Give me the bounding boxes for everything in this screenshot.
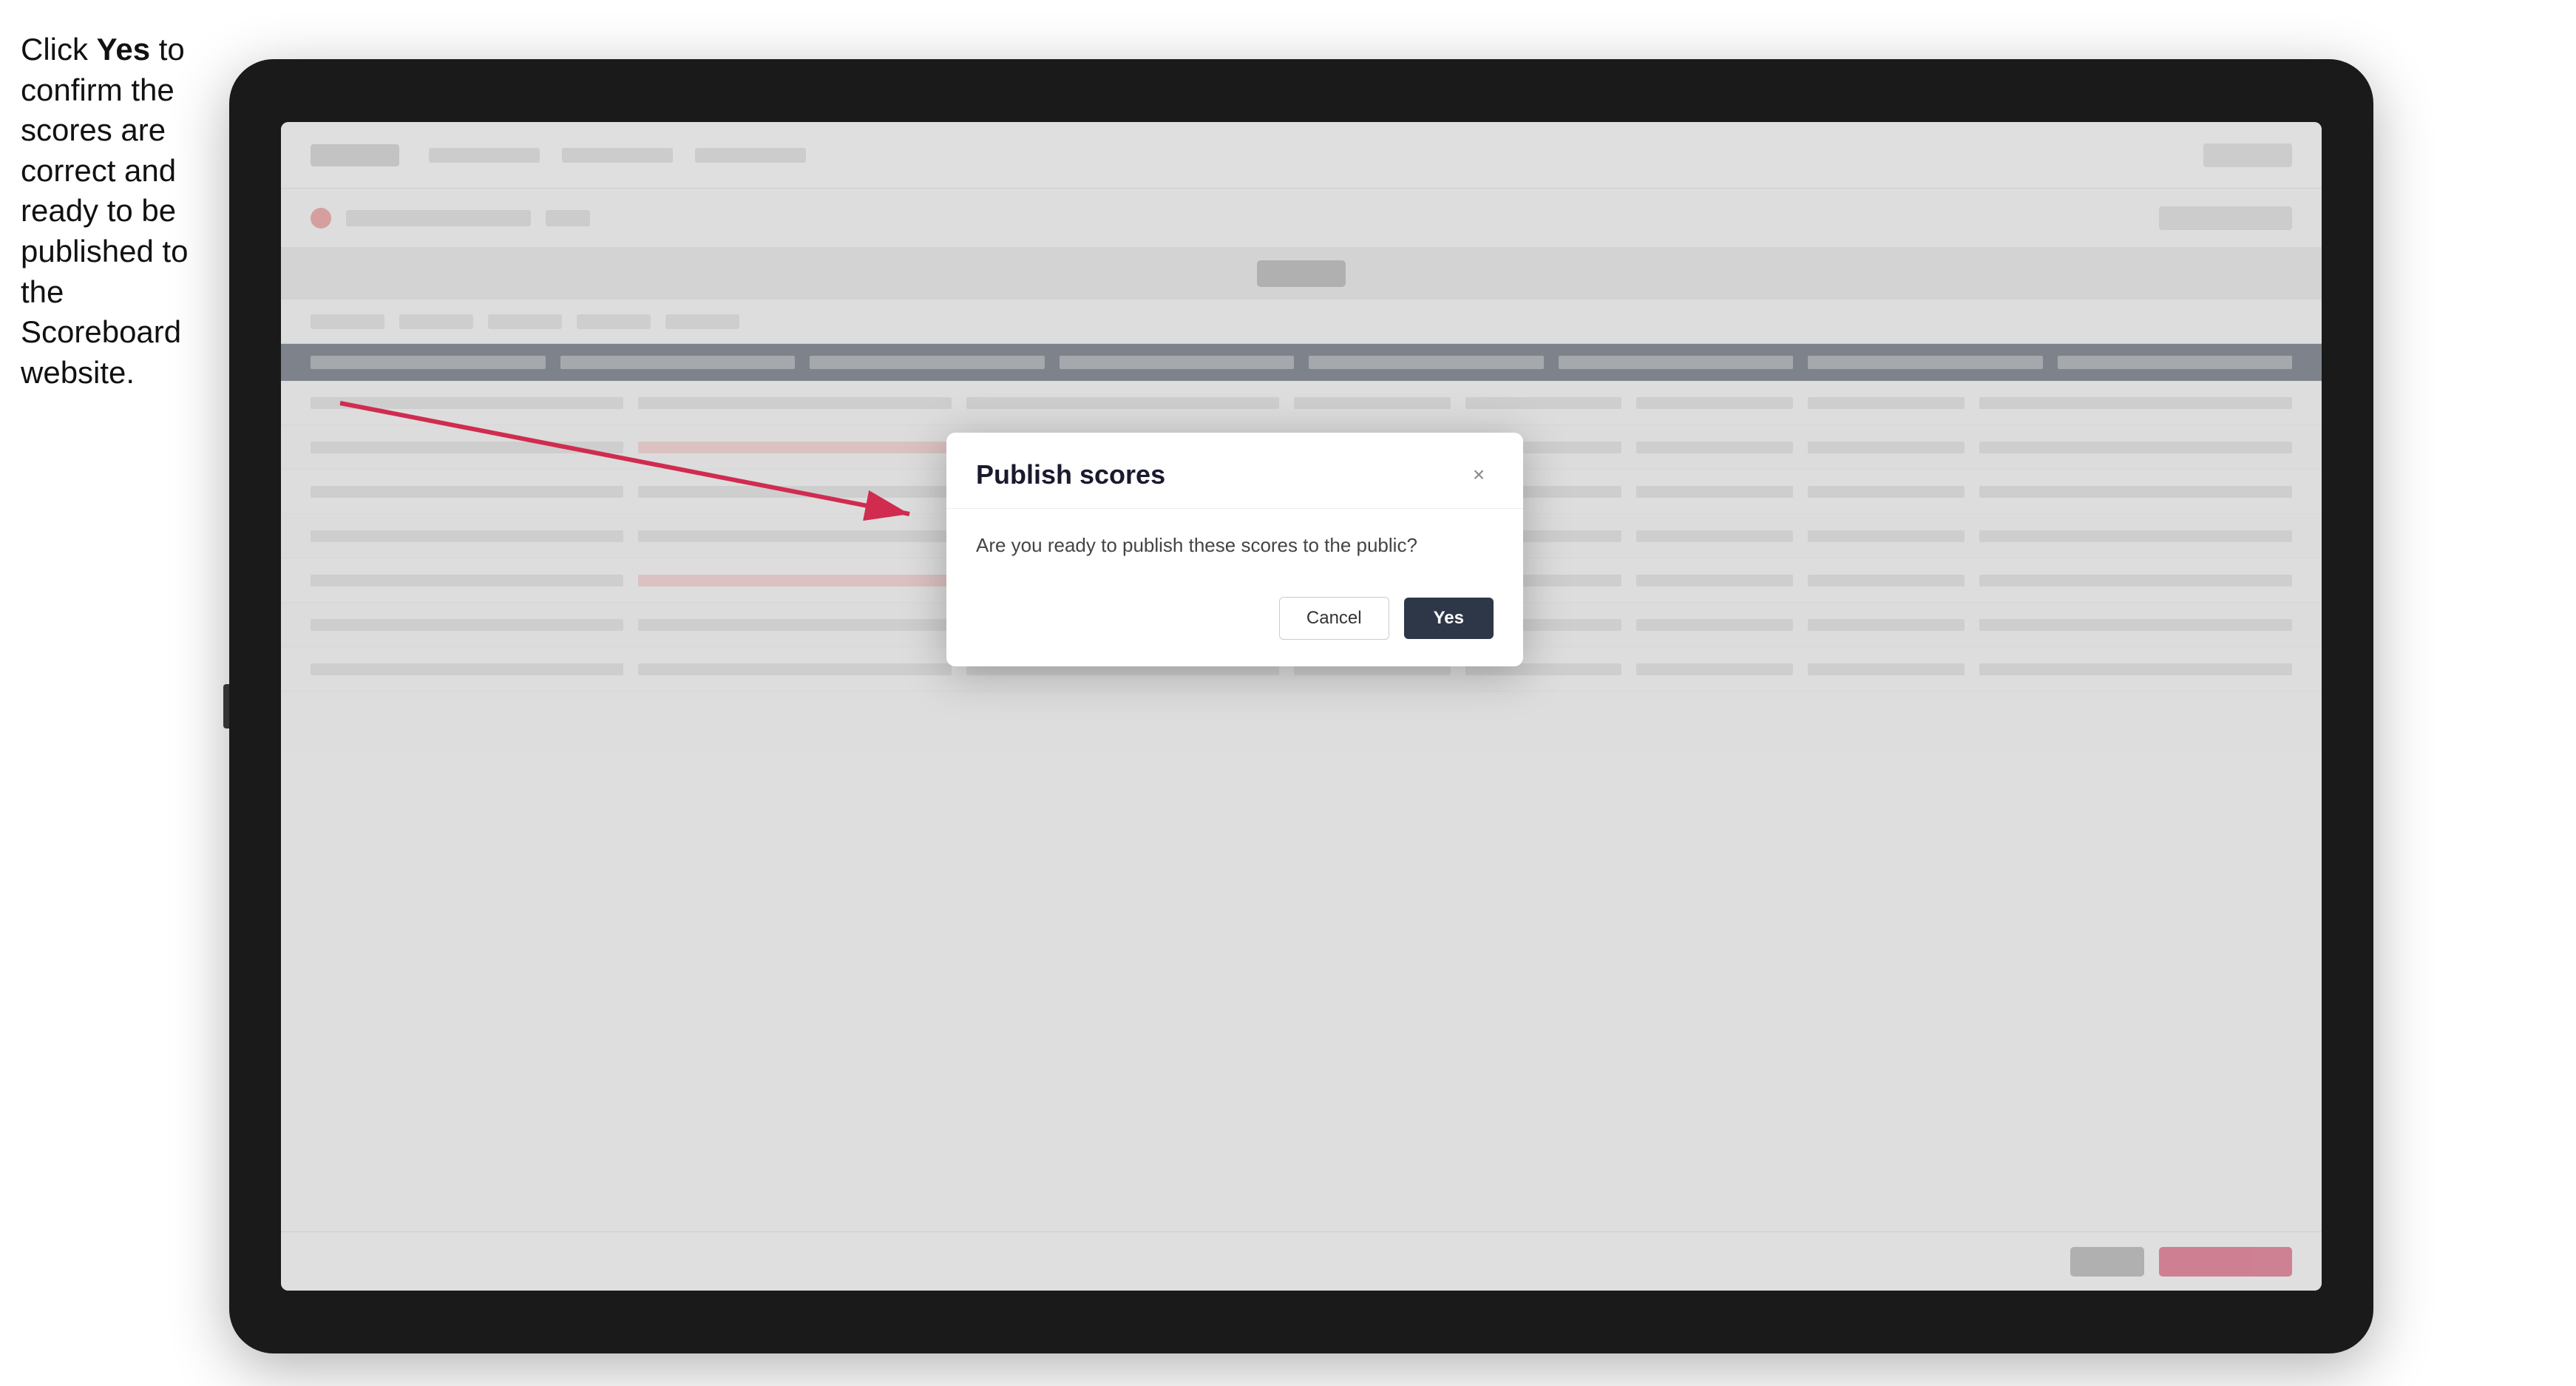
modal-body: Are you ready to publish these scores to… [946, 509, 1523, 582]
modal-footer: Cancel Yes [946, 582, 1523, 666]
instruction-bold: Yes [97, 32, 150, 67]
modal-dialog: Publish scores × Are you ready to publis… [946, 433, 1523, 666]
cancel-button[interactable]: Cancel [1279, 597, 1389, 640]
modal-title: Publish scores [976, 459, 1165, 490]
modal-message: Are you ready to publish these scores to… [976, 531, 1494, 560]
modal-close-button[interactable]: × [1464, 460, 1494, 490]
yes-button[interactable]: Yes [1404, 598, 1494, 639]
tablet-screen: Publish scores × Are you ready to publis… [281, 122, 2322, 1291]
tablet-side-button [223, 684, 229, 729]
modal-header: Publish scores × [946, 433, 1523, 509]
modal-overlay [281, 122, 2322, 1291]
tablet-device: Publish scores × Are you ready to publis… [229, 59, 2373, 1353]
instruction-text: Click Yes to confirm the scores are corr… [21, 30, 228, 393]
